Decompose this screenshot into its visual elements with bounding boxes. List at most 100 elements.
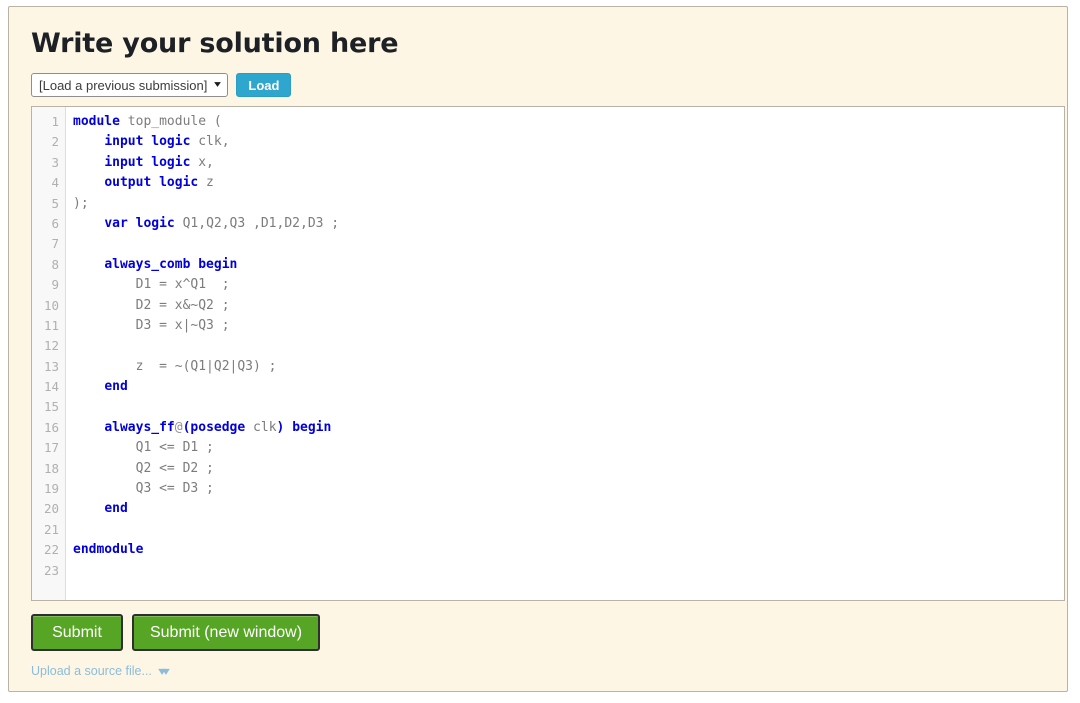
code-line: output logic z: [73, 173, 1064, 193]
line-number: 17: [43, 440, 59, 456]
line-number: 6: [51, 215, 59, 231]
line-number: 3: [51, 154, 59, 170]
line-number: 10: [43, 297, 59, 313]
panel-content: Write your solution here [Load a previou…: [31, 27, 1065, 683]
code-line: D2 = x&~Q2 ;: [73, 296, 1064, 316]
code-text: D2 = x&~Q2 ;: [73, 297, 230, 313]
code-keyword: begin: [292, 419, 332, 435]
code-text: D1 = x^Q1 ;: [73, 277, 230, 293]
code-line: endmodule: [73, 540, 1064, 560]
line-number: 8: [51, 256, 59, 272]
line-number: 20: [43, 501, 59, 517]
load-button[interactable]: Load: [236, 73, 292, 97]
code-text: D3 = x|~Q3 ;: [73, 317, 230, 333]
solution-panel: Write your solution here [Load a previou…: [8, 6, 1068, 692]
code-keyword: input logic: [104, 154, 191, 170]
code-line: end: [73, 377, 1064, 397]
code-keyword: always_ff: [104, 419, 175, 435]
code-keyword: output logic: [104, 175, 199, 191]
code-text: z: [198, 175, 214, 191]
page-title: Write your solution here: [31, 28, 399, 59]
code-keyword: endmodule: [73, 542, 144, 558]
code-operator: @: [174, 419, 183, 435]
load-submission-row: [Load a previous submission] ▾ Load: [31, 73, 1057, 97]
line-number: 22: [43, 542, 59, 558]
line-number: 15: [43, 399, 59, 415]
code-keyword: input logic: [104, 134, 191, 150]
line-number: 13: [43, 358, 59, 374]
upload-source-file-link[interactable]: Upload a source file...: [31, 664, 152, 678]
page-root: Write your solution here [Load a previou…: [0, 0, 1080, 703]
code-line: module top_module (: [73, 112, 1064, 132]
code-line: D1 = x^Q1 ;: [73, 275, 1064, 295]
code-text: x,: [190, 154, 214, 170]
code-text: Q2 <= D2 ;: [73, 460, 214, 476]
line-number: 16: [43, 419, 59, 435]
code-text: Q1 <= D1 ;: [73, 440, 214, 456]
code-line: D3 = x|~Q3 ;: [73, 316, 1064, 336]
code-text: top_module (: [119, 114, 222, 129]
line-number: 19: [43, 481, 59, 497]
editor-code-area[interactable]: module top_module ( input logic clk, inp…: [66, 107, 1064, 600]
submit-new-window-button[interactable]: Submit (new window): [132, 614, 320, 651]
code-line: z = ~(Q1|Q2|Q3) ;: [73, 357, 1064, 377]
code-keyword: module: [73, 114, 120, 129]
line-number: 18: [43, 460, 59, 476]
code-text: );: [73, 195, 89, 211]
line-number: 9: [51, 277, 59, 293]
previous-submission-select-value: [Load a previous submission]: [39, 77, 208, 93]
code-keyword: var logic: [104, 215, 175, 231]
code-line: Q3 <= D3 ;: [73, 479, 1064, 499]
code-line: var logic Q1,Q2,Q3 ,D1,D2,D3 ;: [73, 214, 1064, 234]
code-line: Q1 <= D1 ;: [73, 438, 1064, 458]
line-number: 7: [51, 236, 59, 252]
code-keyword: end: [104, 379, 128, 395]
line-number: 23: [43, 562, 59, 578]
line-number: 1: [51, 114, 59, 129]
code-line: );: [73, 194, 1064, 214]
chevron-down-icon: ▾: [214, 79, 222, 90]
code-line: end: [73, 499, 1064, 519]
code-editor[interactable]: 1 2 3 4 5 6 7 8 9 10 11 12 13 14 15 16 17 18 19 20 21 22 23 mo…: [31, 106, 1065, 601]
code-line: input logic x,: [73, 153, 1064, 173]
upload-source-file-row: Upload a source file... ▾▾: [31, 664, 1057, 678]
line-number: 12: [43, 338, 59, 354]
editor-line-number-gutter: 1 2 3 4 5 6 7 8 9 10 11 12 13 14 15 16 17 18 19 20 21 22 23: [32, 107, 66, 600]
code-line: always_comb begin: [73, 255, 1064, 275]
code-line: always_ff@(posedge clk) begin: [73, 418, 1064, 438]
line-number: 21: [43, 521, 59, 537]
line-number: 4: [51, 175, 59, 191]
previous-submission-select[interactable]: [Load a previous submission] ▾: [31, 73, 229, 97]
code-keyword: posedge: [190, 419, 246, 435]
code-text: clk,: [190, 134, 230, 150]
line-number: 11: [43, 317, 59, 333]
line-number: 5: [51, 195, 59, 211]
line-number: 2: [51, 134, 59, 150]
code-keyword: always_comb begin: [104, 256, 238, 272]
code-keyword: end: [104, 501, 128, 517]
submit-button-row: Submit Submit (new window): [31, 614, 1057, 651]
code-text: clk: [245, 419, 277, 435]
code-line: Q2 <= D2 ;: [73, 459, 1064, 479]
code-text: z = ~(Q1|Q2|Q3) ;: [73, 358, 277, 374]
line-number: 14: [43, 379, 59, 395]
code-text: Q3 <= D3 ;: [73, 481, 214, 497]
code-text: Q1,Q2,Q3 ,D1,D2,D3 ;: [174, 215, 340, 231]
submit-button[interactable]: Submit: [31, 614, 123, 651]
code-line: input logic clk,: [73, 132, 1064, 152]
double-chevron-down-icon[interactable]: ▾▾: [158, 665, 170, 677]
